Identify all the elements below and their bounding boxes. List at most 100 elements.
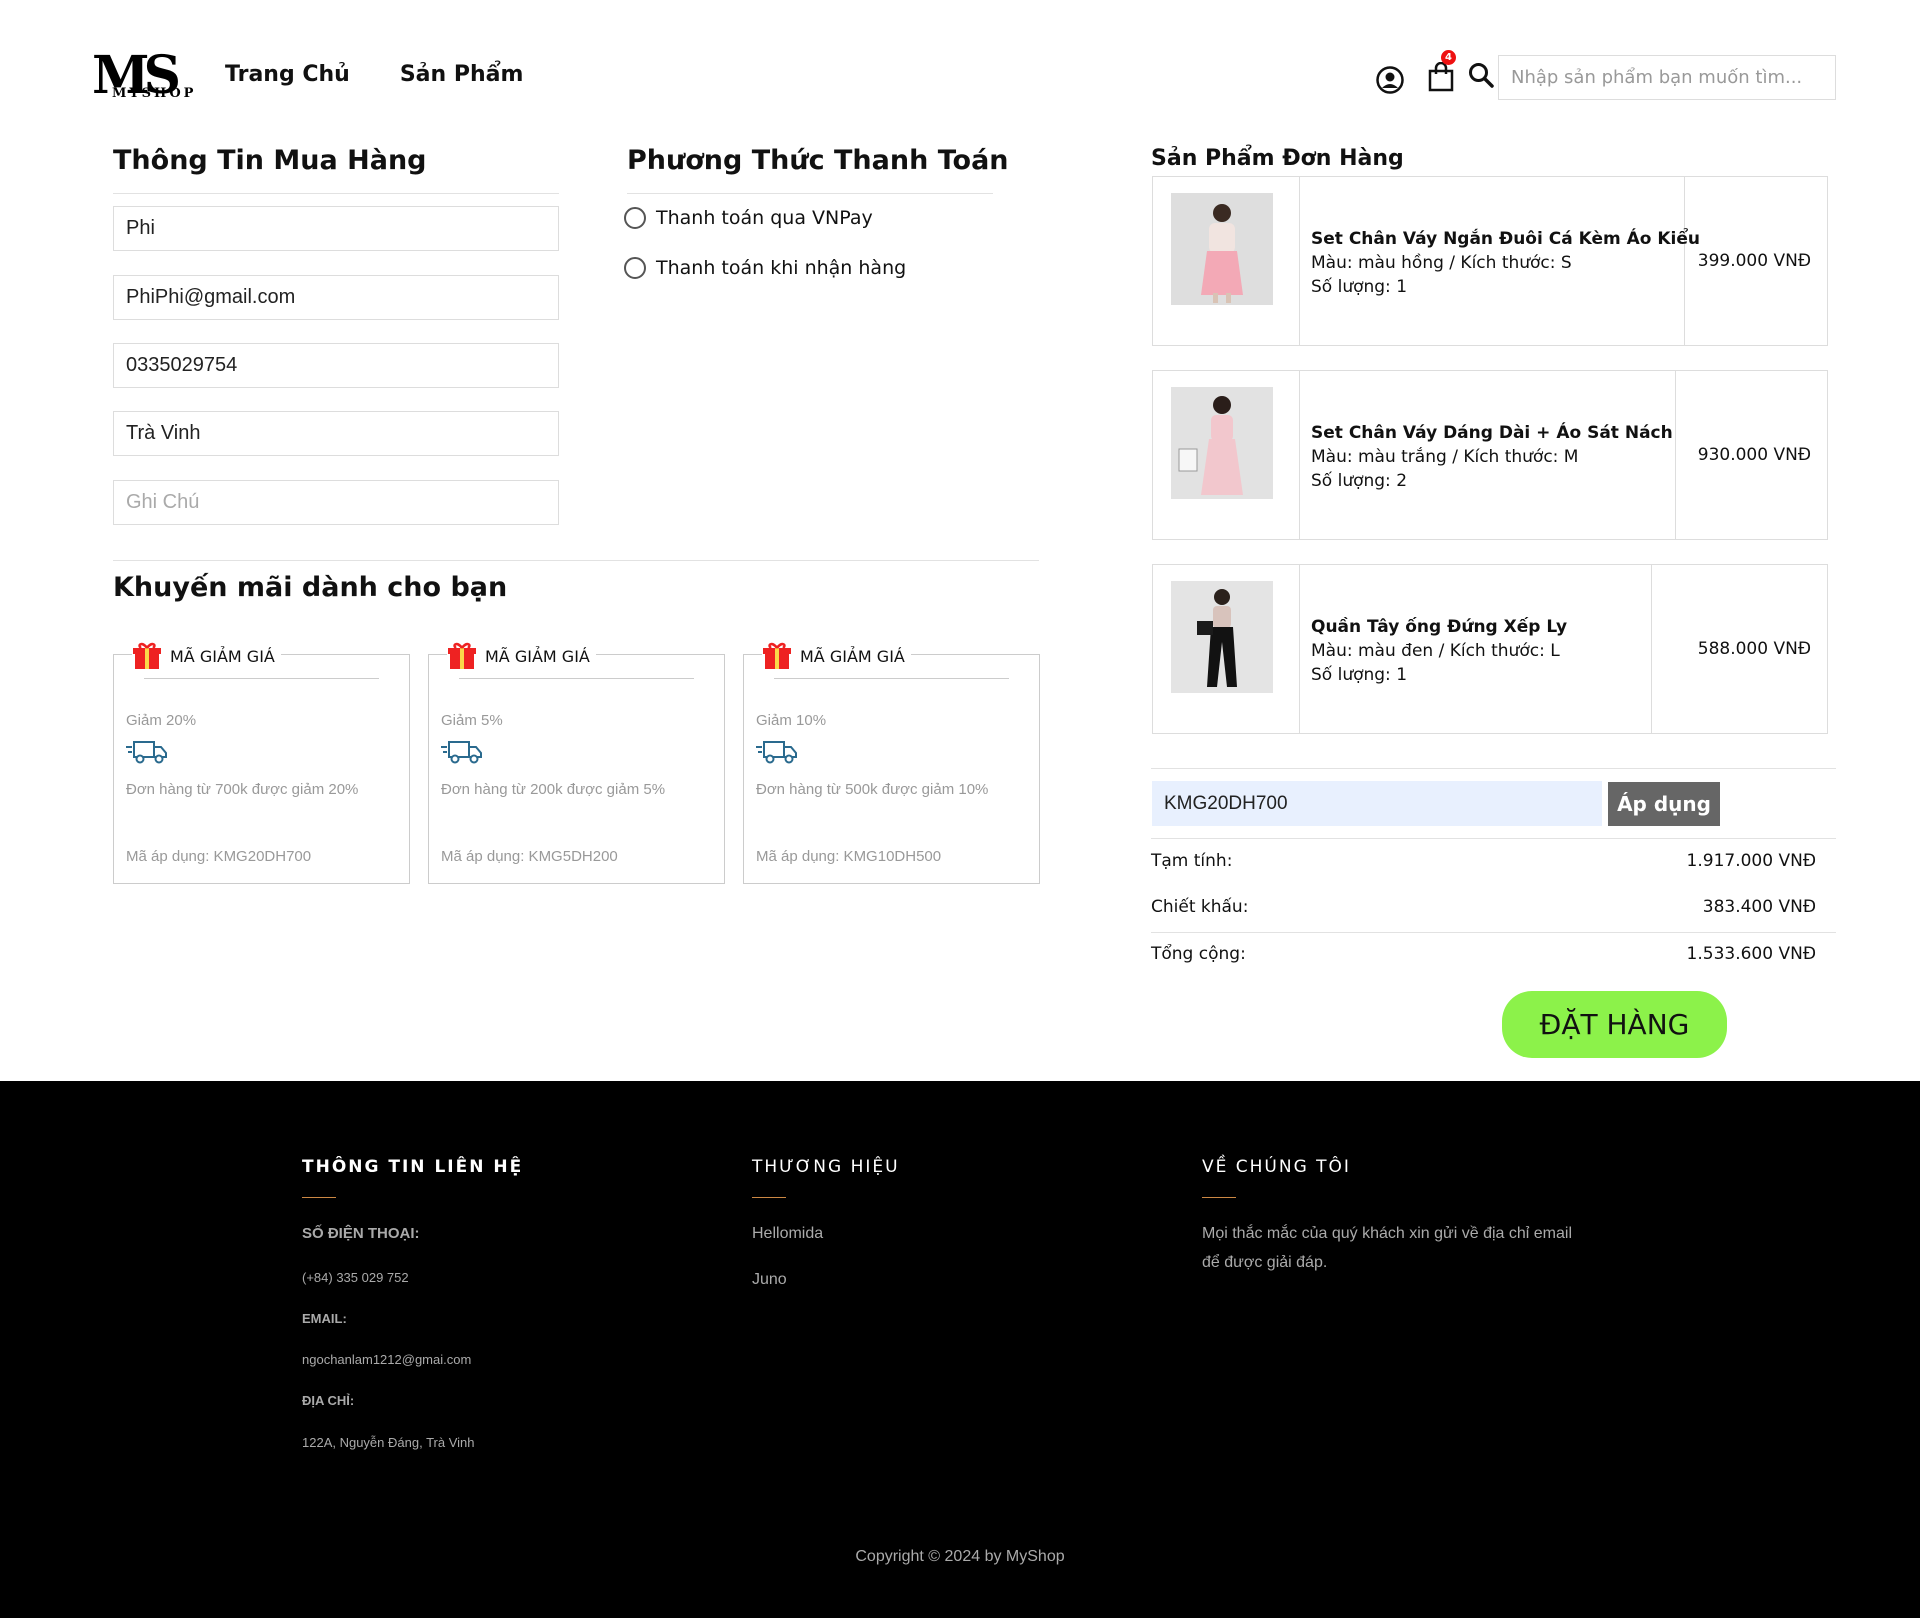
product-name[interactable]: Set Chân Váy Dáng Dài + Áo Sát Nách bbox=[1311, 421, 1673, 445]
order-product-row: Set Chân Váy Ngắn Đuôi Cá Kèm Áo Kiểu Mà… bbox=[1152, 176, 1828, 346]
nav-products[interactable]: Sản Phẩm bbox=[400, 62, 524, 87]
divider bbox=[752, 1197, 786, 1198]
divider bbox=[459, 678, 694, 679]
gift-icon bbox=[763, 642, 791, 669]
payment-option-label: Thanh toán khi nhận hàng bbox=[656, 257, 907, 279]
voucher-header: MÃ GIẢM GIÁ bbox=[447, 641, 596, 671]
brand-link-hellomida[interactable]: Hellomida bbox=[752, 1225, 823, 1243]
address-label: ĐỊA CHỈ: bbox=[302, 1393, 355, 1408]
order-product-row: Set Chân Váy Dáng Dài + Áo Sát Nách Màu:… bbox=[1152, 370, 1828, 540]
voucher-discount: Giảm 5% bbox=[441, 712, 503, 729]
phone-value: (+84) 335 029 752 bbox=[302, 1270, 409, 1285]
apply-coupon-button[interactable]: Áp dụng bbox=[1608, 782, 1720, 826]
product-quantity: Số lượng: 1 bbox=[1311, 665, 1408, 685]
subtotal-row: Tạm tính: 1.917.000 VNĐ bbox=[1151, 851, 1816, 871]
copyright: Copyright © 2024 by MyShop bbox=[855, 1548, 1065, 1565]
divider bbox=[144, 678, 379, 679]
footer-brand-title: THƯƠNG HIỆU bbox=[752, 1157, 900, 1177]
phone-label: SỐ ĐIỆN THOẠI: bbox=[302, 1225, 420, 1242]
gift-icon bbox=[133, 642, 161, 669]
divider bbox=[1299, 371, 1300, 539]
product-variant: Màu: màu đen / Kích thước: L bbox=[1311, 641, 1560, 661]
product-variant: Màu: màu trắng / Kích thước: M bbox=[1311, 447, 1579, 467]
product-image bbox=[1171, 387, 1273, 499]
phone-field[interactable] bbox=[113, 343, 559, 388]
voucher-card[interactable]: MÃ GIẢM GIÁ Giảm 20% Đơn hàng từ 700k đư… bbox=[113, 641, 410, 884]
site-logo[interactable]: MS MYSHOP bbox=[92, 46, 193, 106]
note-field[interactable] bbox=[113, 480, 559, 525]
site-footer: THÔNG TIN LIÊN HỆ SỐ ĐIỆN THOẠI: (+84) 3… bbox=[0, 1081, 1920, 1618]
voucher-discount: Giảm 20% bbox=[126, 712, 197, 729]
divider bbox=[1299, 565, 1300, 733]
product-price: 930.000 VNĐ bbox=[1697, 445, 1811, 465]
discount-row: Chiết khấu: 383.400 VNĐ bbox=[1151, 897, 1816, 917]
product-info: Quần Tây ống Đứng Xếp Ly Màu: màu đen / … bbox=[1311, 615, 1567, 687]
discount-label: Chiết khấu: bbox=[1151, 897, 1249, 917]
radio-cod[interactable] bbox=[624, 257, 646, 279]
payment-option-vnpay[interactable]: Thanh toán qua VNPay bbox=[624, 207, 873, 229]
product-name[interactable]: Quần Tây ống Đứng Xếp Ly bbox=[1311, 615, 1567, 639]
about-text-line: Mọi thắc mắc của quý khách xin gửi về đị… bbox=[1202, 1225, 1572, 1242]
divider bbox=[1151, 838, 1836, 839]
name-field[interactable] bbox=[113, 206, 559, 251]
main-nav: Trang Chủ Sản Phẩm bbox=[225, 62, 523, 87]
total-value: 1.533.600 VNĐ bbox=[1686, 944, 1816, 964]
product-quantity: Số lượng: 1 bbox=[1311, 277, 1408, 297]
radio-vnpay[interactable] bbox=[624, 207, 646, 229]
about-text-line: để được giải đáp. bbox=[1202, 1254, 1328, 1271]
voucher-header: MÃ GIẢM GIÁ bbox=[762, 641, 911, 671]
logo-text: MYSHOP bbox=[112, 86, 197, 101]
product-quantity: Số lượng: 2 bbox=[1311, 471, 1408, 491]
divider bbox=[774, 678, 1009, 679]
divider bbox=[1151, 932, 1836, 933]
voucher-header: MÃ GIẢM GIÁ bbox=[132, 641, 281, 671]
product-price: 399.000 VNĐ bbox=[1697, 251, 1811, 271]
search-input[interactable] bbox=[1498, 55, 1836, 100]
payment-option-label: Thanh toán qua VNPay bbox=[656, 207, 873, 229]
product-variant: Màu: màu hồng / Kích thước: S bbox=[1311, 253, 1572, 273]
divider bbox=[627, 193, 993, 194]
place-order-button[interactable]: ĐẶT HÀNG bbox=[1502, 991, 1727, 1058]
divider bbox=[1299, 177, 1300, 345]
address-value: 122A, Nguyễn Đáng, Trà Vinh bbox=[302, 1435, 475, 1450]
voucher-label: MÃ GIẢM GIÁ bbox=[800, 646, 905, 666]
product-name[interactable]: Set Chân Váy Ngắn Đuôi Cá Kèm Áo Kiểu bbox=[1311, 227, 1700, 251]
address-field[interactable] bbox=[113, 411, 559, 456]
coupon-input[interactable] bbox=[1152, 781, 1602, 826]
site-header: MS MYSHOP Trang Chủ Sản Phẩm 4 bbox=[0, 0, 1920, 140]
product-price: 588.000 VNĐ bbox=[1697, 639, 1811, 659]
divider bbox=[113, 560, 1039, 561]
user-icon[interactable] bbox=[1376, 66, 1404, 94]
product-image bbox=[1171, 193, 1273, 305]
delivery-truck-icon bbox=[126, 741, 167, 764]
divider bbox=[1651, 565, 1652, 733]
delivery-truck-icon bbox=[756, 741, 797, 764]
product-info: Set Chân Váy Dáng Dài + Áo Sát Nách Màu:… bbox=[1311, 421, 1673, 493]
voucher-description: Đơn hàng từ 200k được giảm 5% bbox=[441, 781, 666, 798]
search-icon[interactable] bbox=[1468, 62, 1494, 88]
email-value[interactable]: ngochanlam1212@gmai.com bbox=[302, 1352, 471, 1367]
footer-about-title: VỀ CHÚNG TÔI bbox=[1202, 1157, 1351, 1177]
voucher-code: Mã áp dụng: KMG5DH200 bbox=[441, 848, 618, 865]
subtotal-value: 1.917.000 VNĐ bbox=[1686, 851, 1816, 871]
payment-option-cod[interactable]: Thanh toán khi nhận hàng bbox=[624, 257, 906, 279]
email-field[interactable] bbox=[113, 275, 559, 320]
subtotal-label: Tạm tính: bbox=[1151, 851, 1233, 871]
gift-icon bbox=[448, 642, 476, 669]
divider bbox=[1675, 371, 1676, 539]
email-label: EMAIL: bbox=[302, 1311, 347, 1326]
voucher-code: Mã áp dụng: KMG10DH500 bbox=[756, 848, 942, 865]
divider bbox=[1151, 768, 1836, 769]
footer-contact-title: THÔNG TIN LIÊN HỆ bbox=[302, 1157, 524, 1177]
brand-link-juno[interactable]: Juno bbox=[752, 1271, 787, 1289]
divider bbox=[302, 1197, 336, 1198]
voucher-card[interactable]: MÃ GIẢM GIÁ Giảm 5% Đơn hàng từ 200k đượ… bbox=[428, 641, 725, 884]
cart-icon[interactable] bbox=[1428, 62, 1454, 92]
voucher-card[interactable]: MÃ GIẢM GIÁ Giảm 10% Đơn hàng từ 500k đư… bbox=[743, 641, 1040, 884]
nav-home[interactable]: Trang Chủ bbox=[225, 62, 350, 87]
promo-title: Khuyến mãi dành cho bạn bbox=[113, 572, 508, 603]
buyer-info-title: Thông Tin Mua Hàng bbox=[113, 145, 427, 176]
voucher-discount: Giảm 10% bbox=[756, 712, 827, 729]
voucher-description: Đơn hàng từ 500k được giảm 10% bbox=[756, 781, 989, 798]
total-label: Tổng cộng: bbox=[1151, 944, 1246, 964]
